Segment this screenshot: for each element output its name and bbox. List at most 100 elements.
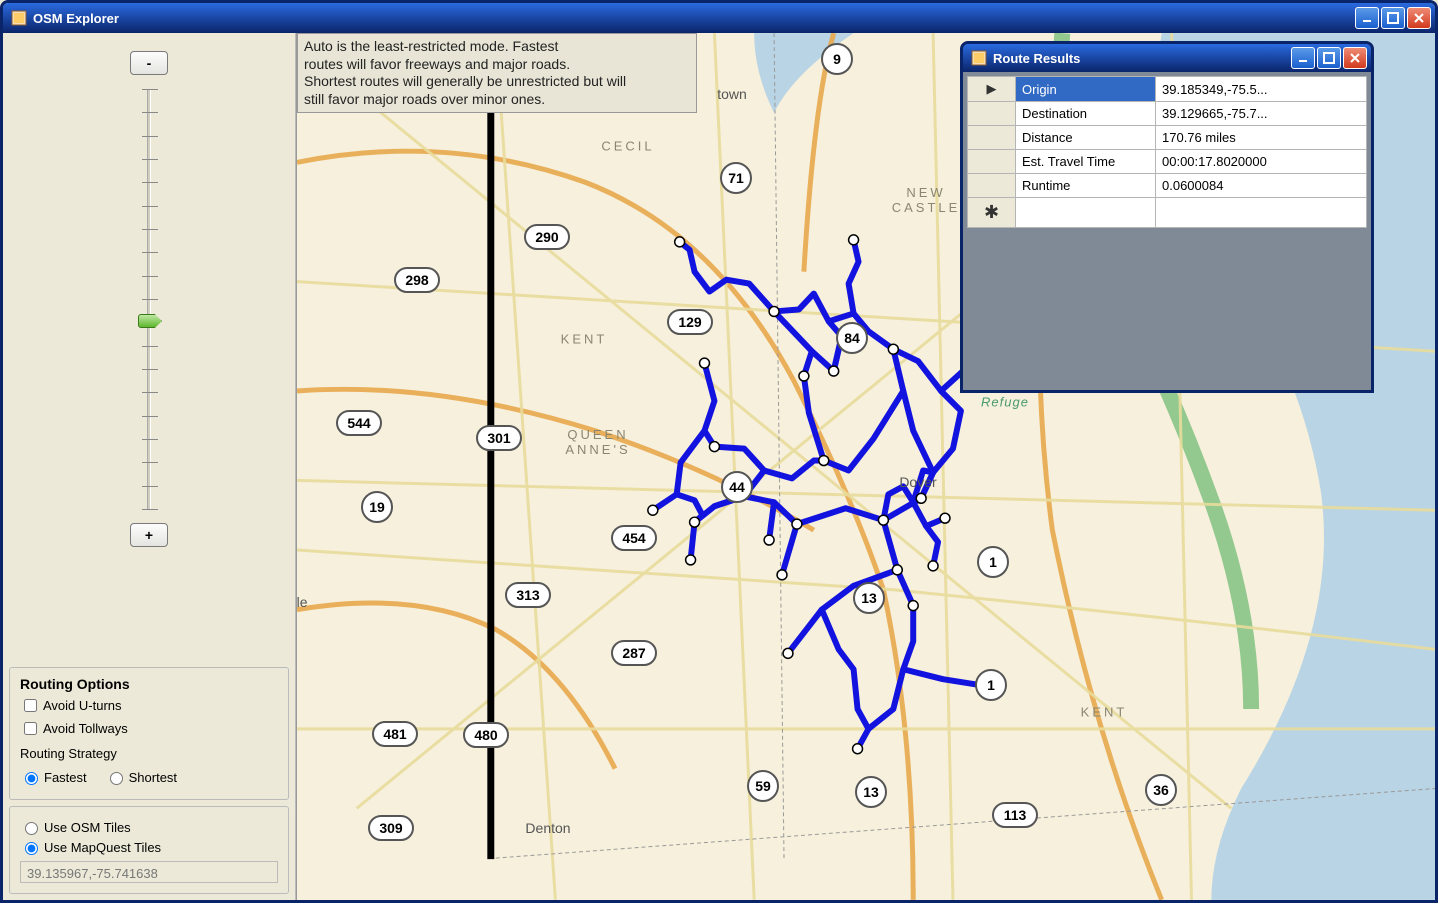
route-shield: 84 — [836, 322, 868, 354]
strategy-label: Routing Strategy — [20, 746, 278, 761]
table-row[interactable]: Est. Travel Time 00:00:17.8020000 — [968, 150, 1367, 174]
route-shield: 287 — [611, 640, 657, 666]
results-titlebar[interactable]: Route Results — [963, 44, 1371, 72]
route-shield: 13 — [855, 776, 887, 808]
avoid-uturns-label: Avoid U-turns — [43, 698, 122, 713]
route-shield: 44 — [721, 471, 753, 503]
map-label: KENT — [561, 332, 608, 347]
route-shield: 71 — [720, 162, 752, 194]
results-title: Route Results — [993, 51, 1289, 66]
zoom-slider-thumb[interactable] — [138, 314, 162, 328]
mapquest-tiles-row[interactable]: Use MapQuest Tiles — [20, 839, 278, 855]
route-shield: 313 — [505, 582, 551, 608]
result-value: 170.76 miles — [1156, 126, 1367, 150]
shortest-row[interactable]: Shortest — [105, 769, 177, 785]
mapquest-tiles-radio[interactable] — [25, 842, 38, 855]
minimize-button[interactable] — [1355, 7, 1379, 29]
results-window-controls — [1289, 47, 1367, 69]
route-shield: 544 — [336, 410, 382, 436]
result-key: Origin — [1016, 77, 1156, 102]
route-shield: 1 — [977, 546, 1009, 578]
sidebar: - + Routing Options Avoid U-turns Avoid … — [3, 33, 296, 900]
route-shield: 301 — [476, 425, 522, 451]
row-indicator — [968, 174, 1016, 198]
route-shield: 19 — [361, 491, 393, 523]
close-button[interactable] — [1407, 7, 1431, 29]
fastest-label: Fastest — [44, 770, 87, 785]
route-shield: 113 — [992, 802, 1038, 828]
table-row[interactable]: Destination 39.129665,-75.7... — [968, 102, 1367, 126]
zoom-slider-area: - + — [9, 39, 289, 661]
route-shield: 480 — [463, 722, 509, 748]
table-row[interactable]: Distance 170.76 miles — [968, 126, 1367, 150]
map-label: ille — [296, 594, 308, 610]
avoid-tollways-checkbox[interactable] — [24, 722, 37, 735]
map-label: NEW CASTLE — [892, 185, 961, 215]
fastest-radio[interactable] — [25, 772, 38, 785]
results-grid-wrap: ▶ Origin 39.185349,-75.5... Destination … — [963, 72, 1371, 390]
fastest-row[interactable]: Fastest — [20, 769, 87, 785]
mode-tooltip: Auto is the least-restricted mode. Faste… — [297, 33, 697, 113]
row-indicator — [968, 150, 1016, 174]
avoid-uturns-checkbox[interactable] — [24, 699, 37, 712]
avoid-tollways-row[interactable]: Avoid Tollways — [20, 719, 278, 738]
map-label: Denton — [525, 820, 570, 836]
results-close-button[interactable] — [1343, 47, 1367, 69]
zoom-in-button[interactable]: + — [130, 523, 168, 547]
result-key: Distance — [1016, 126, 1156, 150]
map-label: QUEEN ANNE'S — [565, 427, 630, 457]
result-key — [1016, 198, 1156, 228]
route-shield: 59 — [747, 770, 779, 802]
shortest-radio[interactable] — [110, 772, 123, 785]
tile-source-group: Use OSM Tiles Use MapQuest Tiles 39.1359… — [9, 806, 289, 894]
map-label: Dover — [899, 474, 936, 490]
results-minimize-button[interactable] — [1291, 47, 1315, 69]
routing-options-group: Routing Options Avoid U-turns Avoid Toll… — [9, 667, 289, 800]
avoid-tollways-label: Avoid Tollways — [43, 721, 128, 736]
osm-tiles-row[interactable]: Use OSM Tiles — [20, 819, 278, 835]
map-label: KENT — [1081, 705, 1128, 720]
new-row-icon: ✱ — [968, 198, 1016, 228]
route-results-window[interactable]: Route Results ▶ Origin 39.185349,-75.5..… — [960, 41, 1374, 393]
main-window-controls — [1353, 7, 1431, 29]
result-value — [1156, 198, 1367, 228]
table-row[interactable]: ▶ Origin 39.185349,-75.5... — [968, 77, 1367, 102]
maximize-button[interactable] — [1381, 7, 1405, 29]
map-label: CECIL — [601, 139, 654, 154]
zoom-slider[interactable] — [147, 89, 151, 509]
row-indicator — [968, 102, 1016, 126]
result-key: Est. Travel Time — [1016, 150, 1156, 174]
row-indicator-icon: ▶ — [968, 77, 1016, 102]
table-row[interactable]: Runtime 0.0600084 — [968, 174, 1367, 198]
osm-tiles-radio[interactable] — [25, 822, 38, 835]
map-label: Refuge — [981, 395, 1029, 410]
route-shield: 309 — [368, 815, 414, 841]
route-shield: 9 — [821, 43, 853, 75]
results-grid[interactable]: ▶ Origin 39.185349,-75.5... Destination … — [967, 76, 1367, 228]
new-row[interactable]: ✱ — [968, 198, 1367, 228]
results-app-icon — [971, 50, 987, 66]
coordinate-readout: 39.135967,-75.741638 — [20, 861, 278, 883]
route-shield: 290 — [524, 224, 570, 250]
main-title: OSM Explorer — [33, 11, 1353, 26]
zoom-out-button[interactable]: - — [130, 51, 168, 75]
route-shield: 298 — [394, 267, 440, 293]
main-titlebar[interactable]: OSM Explorer — [3, 3, 1435, 33]
route-shield: 13 — [853, 582, 885, 614]
route-shield: 129 — [667, 309, 713, 335]
result-value: 39.129665,-75.7... — [1156, 102, 1367, 126]
row-indicator — [968, 126, 1016, 150]
route-shield: 481 — [372, 721, 418, 747]
mapquest-tiles-label: Use MapQuest Tiles — [44, 840, 161, 855]
route-shield: 1 — [975, 669, 1007, 701]
app-icon — [11, 10, 27, 26]
results-maximize-button[interactable] — [1317, 47, 1341, 69]
shortest-label: Shortest — [129, 770, 177, 785]
avoid-uturns-row[interactable]: Avoid U-turns — [20, 696, 278, 715]
result-value: 0.0600084 — [1156, 174, 1367, 198]
result-key: Runtime — [1016, 174, 1156, 198]
result-value: 00:00:17.8020000 — [1156, 150, 1367, 174]
result-key: Destination — [1016, 102, 1156, 126]
route-shield: 36 — [1145, 774, 1177, 806]
routing-options-title: Routing Options — [20, 676, 278, 692]
